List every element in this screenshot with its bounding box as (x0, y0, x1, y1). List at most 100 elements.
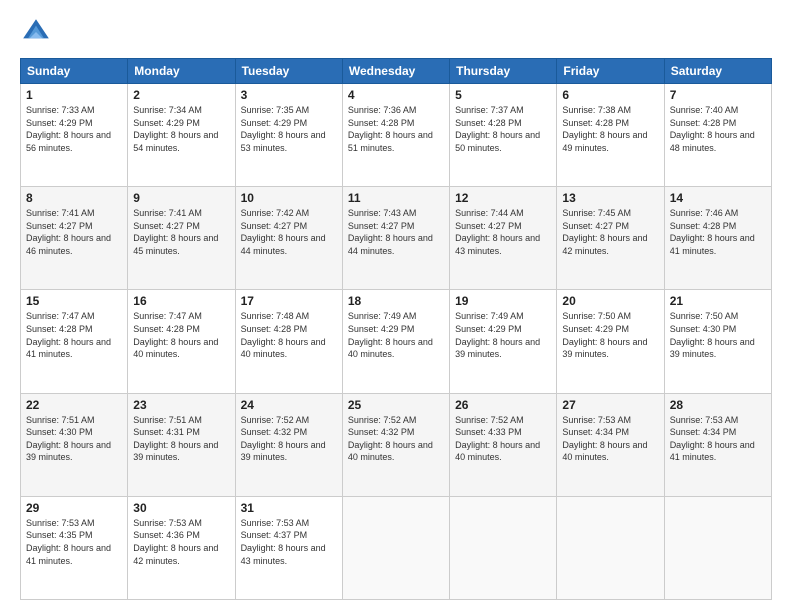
day-number: 8 (26, 191, 122, 205)
weekday-header-thursday: Thursday (450, 59, 557, 84)
calendar-cell: 4 Sunrise: 7:36 AMSunset: 4:28 PMDaylight… (342, 84, 449, 187)
calendar-cell: 16Sunrise: 7:47 AMSunset: 4:28 PMDayligh… (128, 290, 235, 393)
day-info: Sunrise: 7:44 AMSunset: 4:27 PMDaylight:… (455, 207, 551, 257)
day-info: Sunrise: 7:49 AMSunset: 4:29 PMDaylight:… (348, 310, 444, 360)
day-number: 27 (562, 398, 658, 412)
calendar-cell: 9 Sunrise: 7:41 AMSunset: 4:27 PMDaylight… (128, 187, 235, 290)
calendar-cell: 15 Sunrise: 7:47 AMSunset: 4:28 PMDayligh… (21, 290, 128, 393)
calendar-header-row: SundayMondayTuesdayWednesdayThursdayFrid… (21, 59, 772, 84)
calendar-cell: 22 Sunrise: 7:51 AMSunset: 4:30 PMDayligh… (21, 393, 128, 496)
day-number: 22 (26, 398, 122, 412)
calendar-cell: 11 Sunrise: 7:43 AMSunset: 4:27 PMDayligh… (342, 187, 449, 290)
calendar-cell: 7 Sunrise: 7:40 AMSunset: 4:28 PMDaylight… (664, 84, 771, 187)
day-number: 10 (241, 191, 337, 205)
weekday-header-saturday: Saturday (664, 59, 771, 84)
day-info: Sunrise: 7:43 AMSunset: 4:27 PMDaylight:… (348, 207, 444, 257)
day-number: 3 (241, 88, 337, 102)
day-info: Sunrise: 7:53 AMSunset: 4:35 PMDaylight:… (26, 517, 122, 567)
calendar-week-row: 22 Sunrise: 7:51 AMSunset: 4:30 PMDayligh… (21, 393, 772, 496)
day-info: Sunrise: 7:41 AMSunset: 4:27 PMDaylight:… (133, 207, 229, 257)
calendar-cell: 13Sunrise: 7:45 AMSunset: 4:27 PMDayligh… (557, 187, 664, 290)
day-info: Sunrise: 7:41 AMSunset: 4:27 PMDaylight:… (26, 207, 122, 257)
day-number: 29 (26, 501, 122, 515)
calendar-week-row: 8 Sunrise: 7:41 AMSunset: 4:27 PMDaylight… (21, 187, 772, 290)
calendar-cell (342, 496, 449, 599)
weekday-header-monday: Monday (128, 59, 235, 84)
day-info: Sunrise: 7:50 AMSunset: 4:30 PMDaylight:… (670, 310, 766, 360)
day-number: 30 (133, 501, 229, 515)
day-info: Sunrise: 7:35 AMSunset: 4:29 PMDaylight:… (241, 104, 337, 154)
day-info: Sunrise: 7:37 AMSunset: 4:28 PMDaylight:… (455, 104, 551, 154)
calendar-cell: 26 Sunrise: 7:52 AMSunset: 4:33 PMDayligh… (450, 393, 557, 496)
calendar-cell: 14 Sunrise: 7:46 AMSunset: 4:28 PMDayligh… (664, 187, 771, 290)
day-number: 23 (133, 398, 229, 412)
day-info: Sunrise: 7:51 AMSunset: 4:30 PMDaylight:… (26, 414, 122, 464)
calendar-cell: 27 Sunrise: 7:53 AMSunset: 4:34 PMDayligh… (557, 393, 664, 496)
day-number: 11 (348, 191, 444, 205)
calendar-cell: 2 Sunrise: 7:34 AMSunset: 4:29 PMDaylight… (128, 84, 235, 187)
calendar-cell: 8 Sunrise: 7:41 AMSunset: 4:27 PMDaylight… (21, 187, 128, 290)
calendar-cell: 20 Sunrise: 7:50 AMSunset: 4:29 PMDayligh… (557, 290, 664, 393)
day-number: 20 (562, 294, 658, 308)
weekday-header-tuesday: Tuesday (235, 59, 342, 84)
calendar-table: SundayMondayTuesdayWednesdayThursdayFrid… (20, 58, 772, 600)
calendar-cell: 3 Sunrise: 7:35 AMSunset: 4:29 PMDaylight… (235, 84, 342, 187)
day-info: Sunrise: 7:40 AMSunset: 4:28 PMDaylight:… (670, 104, 766, 154)
day-number: 24 (241, 398, 337, 412)
day-info: Sunrise: 7:53 AMSunset: 4:34 PMDaylight:… (670, 414, 766, 464)
calendar-cell (557, 496, 664, 599)
calendar-cell: 10 Sunrise: 7:42 AMSunset: 4:27 PMDayligh… (235, 187, 342, 290)
day-info: Sunrise: 7:51 AMSunset: 4:31 PMDaylight:… (133, 414, 229, 464)
day-info: Sunrise: 7:52 AMSunset: 4:32 PMDaylight:… (348, 414, 444, 464)
day-number: 1 (26, 88, 122, 102)
day-info: Sunrise: 7:49 AMSunset: 4:29 PMDaylight:… (455, 310, 551, 360)
day-info: Sunrise: 7:46 AMSunset: 4:28 PMDaylight:… (670, 207, 766, 257)
page: SundayMondayTuesdayWednesdayThursdayFrid… (0, 0, 792, 612)
day-number: 17 (241, 294, 337, 308)
logo (20, 16, 56, 48)
day-info: Sunrise: 7:47 AMSunset: 4:28 PMDaylight:… (133, 310, 229, 360)
calendar-cell: 18Sunrise: 7:49 AMSunset: 4:29 PMDayligh… (342, 290, 449, 393)
day-info: Sunrise: 7:47 AMSunset: 4:28 PMDaylight:… (26, 310, 122, 360)
day-number: 21 (670, 294, 766, 308)
header (20, 16, 772, 48)
calendar-cell: 17 Sunrise: 7:48 AMSunset: 4:28 PMDayligh… (235, 290, 342, 393)
day-info: Sunrise: 7:36 AMSunset: 4:28 PMDaylight:… (348, 104, 444, 154)
day-info: Sunrise: 7:52 AMSunset: 4:32 PMDaylight:… (241, 414, 337, 464)
calendar-week-row: 29 Sunrise: 7:53 AMSunset: 4:35 PMDayligh… (21, 496, 772, 599)
day-number: 15 (26, 294, 122, 308)
day-number: 28 (670, 398, 766, 412)
day-info: Sunrise: 7:34 AMSunset: 4:29 PMDaylight:… (133, 104, 229, 154)
calendar-cell: 1Sunrise: 7:33 AMSunset: 4:29 PMDaylight… (21, 84, 128, 187)
day-info: Sunrise: 7:53 AMSunset: 4:36 PMDaylight:… (133, 517, 229, 567)
day-number: 12 (455, 191, 551, 205)
day-info: Sunrise: 7:53 AMSunset: 4:34 PMDaylight:… (562, 414, 658, 464)
calendar-week-row: 1Sunrise: 7:33 AMSunset: 4:29 PMDaylight… (21, 84, 772, 187)
day-number: 2 (133, 88, 229, 102)
weekday-header-friday: Friday (557, 59, 664, 84)
day-number: 9 (133, 191, 229, 205)
day-info: Sunrise: 7:48 AMSunset: 4:28 PMDaylight:… (241, 310, 337, 360)
day-info: Sunrise: 7:52 AMSunset: 4:33 PMDaylight:… (455, 414, 551, 464)
day-number: 6 (562, 88, 658, 102)
day-info: Sunrise: 7:38 AMSunset: 4:28 PMDaylight:… (562, 104, 658, 154)
logo-icon (20, 16, 52, 48)
calendar-cell: 29 Sunrise: 7:53 AMSunset: 4:35 PMDayligh… (21, 496, 128, 599)
day-number: 26 (455, 398, 551, 412)
day-info: Sunrise: 7:42 AMSunset: 4:27 PMDaylight:… (241, 207, 337, 257)
calendar-cell: 30 Sunrise: 7:53 AMSunset: 4:36 PMDayligh… (128, 496, 235, 599)
day-number: 25 (348, 398, 444, 412)
calendar-cell: 25 Sunrise: 7:52 AMSunset: 4:32 PMDayligh… (342, 393, 449, 496)
day-info: Sunrise: 7:45 AMSunset: 4:27 PMDaylight:… (562, 207, 658, 257)
calendar-cell: 21 Sunrise: 7:50 AMSunset: 4:30 PMDayligh… (664, 290, 771, 393)
weekday-header-sunday: Sunday (21, 59, 128, 84)
day-number: 31 (241, 501, 337, 515)
day-number: 7 (670, 88, 766, 102)
day-info: Sunrise: 7:50 AMSunset: 4:29 PMDaylight:… (562, 310, 658, 360)
calendar-cell: 28 Sunrise: 7:53 AMSunset: 4:34 PMDayligh… (664, 393, 771, 496)
calendar-cell: 19Sunrise: 7:49 AMSunset: 4:29 PMDayligh… (450, 290, 557, 393)
calendar-cell (450, 496, 557, 599)
day-number: 14 (670, 191, 766, 205)
day-number: 4 (348, 88, 444, 102)
calendar-cell: 12 Sunrise: 7:44 AMSunset: 4:27 PMDayligh… (450, 187, 557, 290)
